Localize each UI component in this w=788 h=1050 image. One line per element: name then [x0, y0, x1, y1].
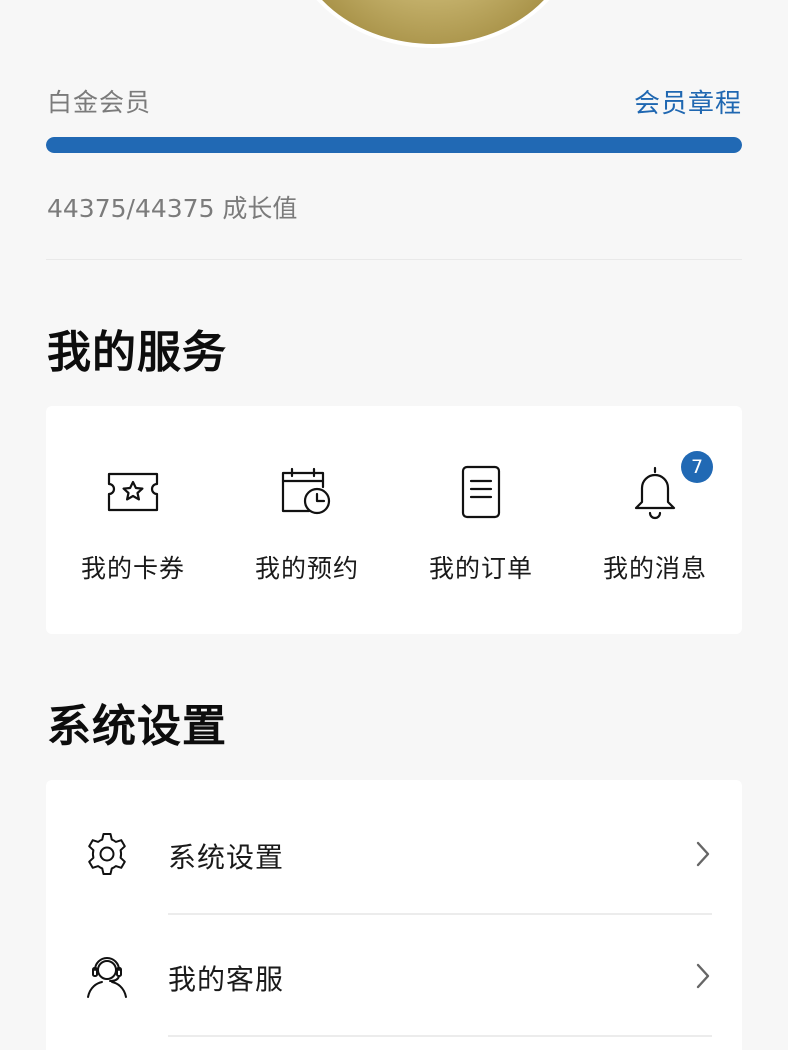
headset-agent-icon	[82, 951, 132, 1001]
growth-value: 44375/44375 成长值	[47, 194, 298, 223]
divider	[46, 259, 742, 260]
service-label: 我的预约	[254, 554, 359, 583]
settings-card: 系统设置 我的客服	[46, 780, 742, 1050]
settings-section-title: 系统设置	[47, 701, 227, 752]
service-orders[interactable]: 我的订单	[394, 406, 568, 634]
membership-rules-link[interactable]: 会员章程	[634, 83, 742, 120]
settings-item-customer-service[interactable]: 我的客服	[46, 915, 742, 1037]
services-section-title: 我的服务	[47, 327, 227, 378]
service-label: 我的卡券	[80, 554, 185, 583]
chevron-right-icon	[696, 963, 710, 989]
services-card: 我的卡券 我的预约 我的订单 我的消息 7	[46, 406, 742, 634]
service-label: 我的消息	[602, 554, 707, 583]
bell-icon	[627, 464, 683, 520]
membership-level: 白金会员	[47, 88, 152, 117]
member-profile-page: 白金会员 会员章程 44375/44375 成长值 我的服务 我的卡券 我的预约…	[0, 0, 788, 1050]
avatar[interactable]	[288, 0, 578, 48]
settings-item-label: 我的客服	[168, 963, 285, 996]
avatar-area	[0, 0, 788, 52]
calendar-clock-icon	[279, 464, 335, 520]
document-list-icon	[453, 464, 509, 520]
service-label: 我的订单	[428, 554, 533, 583]
divider	[168, 1035, 712, 1037]
gear-icon	[82, 829, 132, 879]
settings-item-system[interactable]: 系统设置	[46, 793, 742, 915]
membership-row: 白金会员 会员章程	[47, 83, 742, 120]
settings-item-label: 系统设置	[168, 841, 285, 874]
growth-progress-fill	[46, 137, 742, 153]
chevron-right-icon	[696, 841, 710, 867]
growth-progress-bar	[46, 137, 742, 153]
service-messages[interactable]: 我的消息	[568, 406, 742, 634]
message-count-badge: 7	[681, 451, 713, 483]
service-appointments[interactable]: 我的预约	[220, 406, 394, 634]
ticket-star-icon	[105, 464, 161, 520]
service-coupons[interactable]: 我的卡券	[46, 406, 220, 634]
